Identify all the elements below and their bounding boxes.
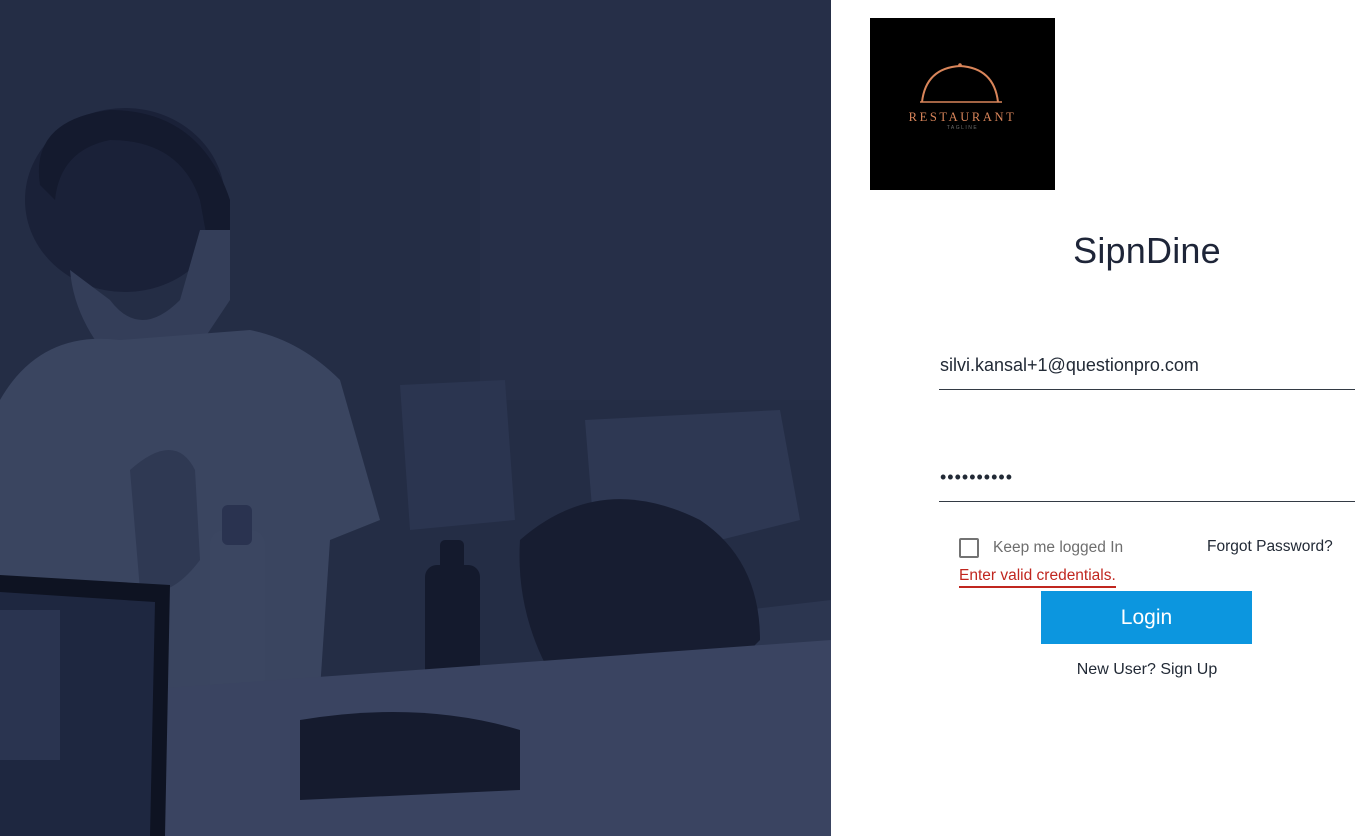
- login-button[interactable]: Login: [1041, 591, 1252, 644]
- keep-logged-in-checkbox[interactable]: [959, 538, 979, 558]
- background-photo: [0, 0, 831, 836]
- app-title: SipnDine: [1073, 230, 1221, 271]
- forgot-password-link[interactable]: Forgot Password?: [1207, 538, 1333, 556]
- keep-logged-in-label: Keep me logged In: [993, 539, 1124, 556]
- logo-tagline: TAGLINE: [946, 125, 979, 131]
- new-user-text: New User?: [1076, 661, 1161, 678]
- sign-up-link[interactable]: Sign Up: [1160, 661, 1217, 678]
- restaurant-logo: RESTAURANT TAGLINE: [870, 18, 1055, 190]
- error-message: Enter valid credentials.: [959, 567, 1116, 588]
- email-input[interactable]: [939, 342, 1355, 390]
- signup-prompt: New User? Sign Up: [831, 661, 1371, 679]
- logo-wordmark: RESTAURANT: [908, 110, 1017, 124]
- login-panel: RESTAURANT TAGLINE SipnDine Keep me logg…: [831, 0, 1371, 836]
- keep-logged-in[interactable]: Keep me logged In: [959, 537, 1123, 559]
- password-input[interactable]: [939, 454, 1355, 502]
- hero-photo-panel: [0, 0, 831, 836]
- cloche-icon: [920, 63, 1002, 103]
